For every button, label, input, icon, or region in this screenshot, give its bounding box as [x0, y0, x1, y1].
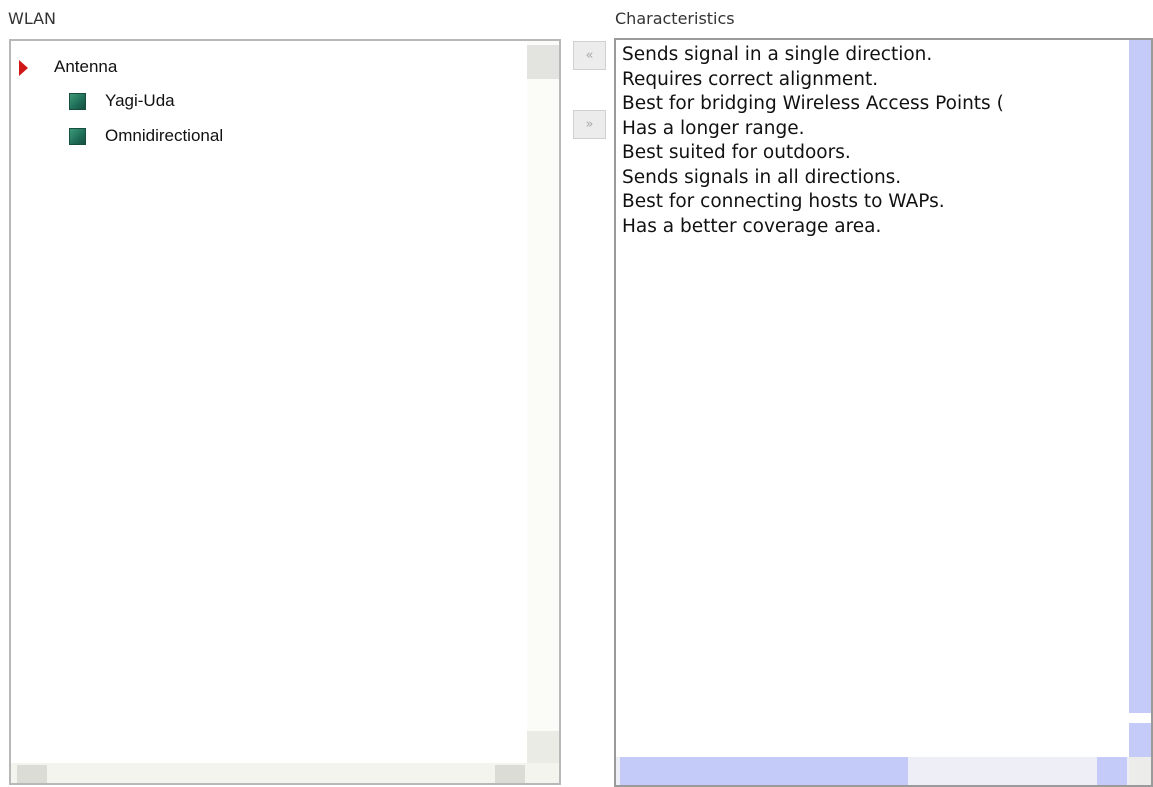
tree-node-yagi-uda[interactable]: Yagi-Uda [69, 91, 175, 111]
list-item[interactable]: Has a longer range. [622, 117, 1004, 142]
wlan-heading: WLAN [8, 9, 57, 28]
tree-node-label: Omnidirectional [105, 126, 224, 145]
tree-horizontal-scrollbar[interactable] [11, 763, 559, 783]
wlan-tree-panel[interactable]: Antenna Yagi-Uda Omnidirectional [9, 39, 561, 785]
scroll-track-gap [1129, 713, 1151, 723]
expand-arrow-icon[interactable] [19, 59, 28, 76]
list-item[interactable]: Best for bridging Wireless Access Points… [622, 92, 1004, 117]
move-right-button[interactable]: » [573, 110, 606, 139]
tree-node-omnidirectional[interactable]: Omnidirectional [69, 126, 223, 146]
list-item[interactable]: Sends signals in all directions. [622, 166, 1004, 191]
scroll-thumb[interactable] [527, 45, 559, 79]
move-left-button[interactable]: « [573, 41, 606, 70]
tree-node-label: Antenna [54, 57, 118, 76]
drop-target-square-icon [69, 93, 86, 111]
list-item[interactable]: Best suited for outdoors. [622, 141, 1004, 166]
scroll-right-cap[interactable] [1097, 757, 1127, 785]
scroll-left-cap[interactable] [17, 765, 47, 783]
list-item[interactable]: Requires correct alignment. [622, 68, 1004, 93]
characteristics-heading: Characteristics [615, 9, 735, 28]
characteristics-list: Sends signal in a single direction. Requ… [622, 43, 1004, 239]
scroll-thumb-bottom[interactable] [527, 731, 559, 765]
list-vertical-scrollbar[interactable] [1129, 40, 1151, 759]
scroll-corner [1129, 757, 1151, 785]
tree-node-antenna[interactable]: Antenna [19, 57, 117, 77]
list-item[interactable]: Best for connecting hosts to WAPs. [622, 190, 1004, 215]
scroll-thumb[interactable] [620, 757, 908, 785]
drop-target-square-icon [69, 128, 86, 146]
list-item[interactable]: Has a better coverage area. [622, 215, 1004, 240]
list-item[interactable]: Sends signal in a single direction. [622, 43, 1004, 68]
tree-vertical-scrollbar[interactable] [527, 41, 559, 783]
characteristics-list-panel[interactable]: Sends signal in a single direction. Requ… [614, 38, 1153, 787]
tree-node-label: Yagi-Uda [105, 91, 175, 110]
scroll-right-cap[interactable] [495, 765, 525, 783]
list-horizontal-scrollbar[interactable] [616, 757, 1151, 785]
